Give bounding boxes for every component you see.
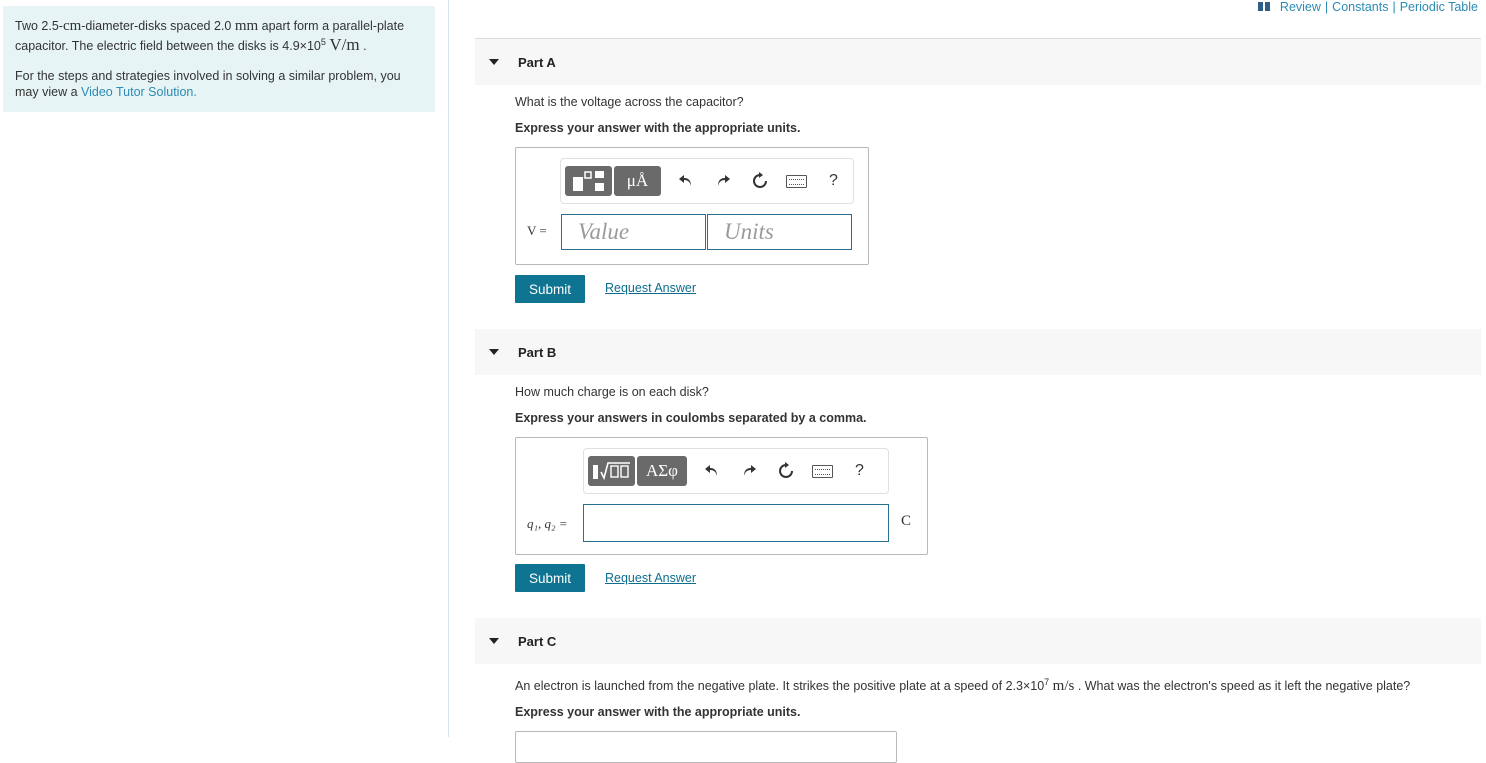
units-input[interactable]: Units: [707, 214, 852, 250]
unit-field: V/m: [329, 35, 360, 55]
templates-icon: [592, 462, 630, 481]
periodic-table-link[interactable]: Periodic Table: [1400, 0, 1478, 14]
part-c-answer-box: [515, 731, 897, 763]
units-button[interactable]: μÅ: [614, 166, 661, 196]
charge-input[interactable]: [583, 504, 889, 542]
part-b-header[interactable]: Part B: [475, 329, 1481, 375]
exponent: 5: [320, 37, 326, 47]
part-c-header[interactable]: Part C: [475, 618, 1481, 664]
part-a-title: Part A: [518, 54, 556, 70]
part-b-title: Part B: [518, 344, 557, 360]
templates-button[interactable]: [565, 166, 612, 196]
part-c-title: Part C: [518, 633, 557, 649]
intro-text: -diameter-disks spaced 2.0: [81, 19, 235, 33]
part-c-question: An electron is launched from the negativ…: [515, 677, 1410, 695]
part-a-request-answer-link[interactable]: Request Answer: [605, 281, 696, 295]
part-c-instruction: Express your answer with the appropriate…: [515, 705, 801, 719]
part-a-toolbar: μÅ ?: [560, 158, 854, 204]
redo-icon[interactable]: [730, 456, 767, 486]
intro-text: .: [359, 39, 367, 54]
help-icon[interactable]: ?: [841, 456, 878, 486]
part-a-submit-button[interactable]: Submit: [515, 275, 585, 303]
constants-link[interactable]: Constants: [1332, 0, 1388, 14]
part-b-toolbar: ΑΣφ ?: [583, 448, 889, 494]
part-a-question: What is the voltage across the capacitor…: [515, 95, 744, 109]
intro-text: Two 2.5-: [15, 19, 63, 33]
review-book-icon: [1257, 1, 1270, 11]
review-link[interactable]: Review: [1280, 0, 1321, 14]
problem-intro: Two 2.5-cm-diameter-disks spaced 2.0 mm …: [3, 6, 435, 112]
reset-icon[interactable]: [767, 456, 804, 486]
unit-mm: mm: [234, 18, 259, 34]
part-b-instruction: Express your answers in coulombs separat…: [515, 411, 867, 425]
part-a-answer-box: μÅ ? V = Value Units: [515, 147, 869, 265]
keyboard-icon[interactable]: [804, 456, 841, 486]
intro-text: For the steps and strategies involved in…: [15, 69, 401, 100]
video-tutor-link[interactable]: Video Tutor Solution: [81, 85, 193, 99]
tutor-note: For the steps and strategies involved in…: [15, 68, 421, 100]
question-text: An electron is launched from the negativ…: [515, 679, 1045, 694]
intro-text: .: [193, 85, 197, 100]
collapse-triangle-icon[interactable]: [489, 349, 499, 355]
question-text: . What was the electron's speed as it le…: [1074, 679, 1411, 694]
units-icon: μÅ: [626, 171, 649, 190]
part-b-request-answer-link[interactable]: Request Answer: [605, 571, 696, 585]
part-b-answer-box: ΑΣφ ? q₁, q₂ = C: [515, 437, 928, 555]
top-links: Review | Constants | Periodic Table: [1257, 0, 1478, 14]
voltage-label: V =: [527, 223, 547, 238]
exponent: 7: [1044, 677, 1050, 687]
part-b-question: How much charge is on each disk?: [515, 385, 709, 399]
coulomb-unit: C: [901, 513, 912, 529]
part-a-header[interactable]: Part A: [475, 39, 1481, 85]
collapse-triangle-icon[interactable]: [489, 638, 499, 644]
collapse-triangle-icon[interactable]: [489, 59, 499, 65]
problem-statement: Two 2.5-cm-diameter-disks spaced 2.0 mm …: [15, 18, 421, 54]
unit-speed: m/s: [1052, 678, 1075, 695]
unit-cm: cm: [62, 18, 82, 34]
part-b-submit-button[interactable]: Submit: [515, 564, 585, 592]
value-input[interactable]: Value: [561, 214, 706, 250]
help-icon[interactable]: ?: [815, 166, 852, 196]
part-a-instruction: Express your answer with the appropriate…: [515, 121, 801, 135]
keyboard-icon[interactable]: [778, 166, 815, 196]
templates-icon: [572, 171, 604, 191]
redo-icon[interactable]: [704, 166, 741, 196]
greek-symbols-button[interactable]: ΑΣφ: [637, 456, 687, 486]
panel-divider: [448, 0, 449, 737]
reset-icon[interactable]: [741, 166, 778, 196]
undo-icon[interactable]: [667, 166, 704, 196]
charge-label: q₁, q₂ =: [527, 516, 568, 531]
separator: |: [1392, 0, 1396, 14]
templates-button[interactable]: [588, 456, 635, 486]
greek-symbols-icon: ΑΣφ: [646, 461, 678, 480]
undo-icon[interactable]: [693, 456, 730, 486]
separator: |: [1324, 0, 1329, 14]
